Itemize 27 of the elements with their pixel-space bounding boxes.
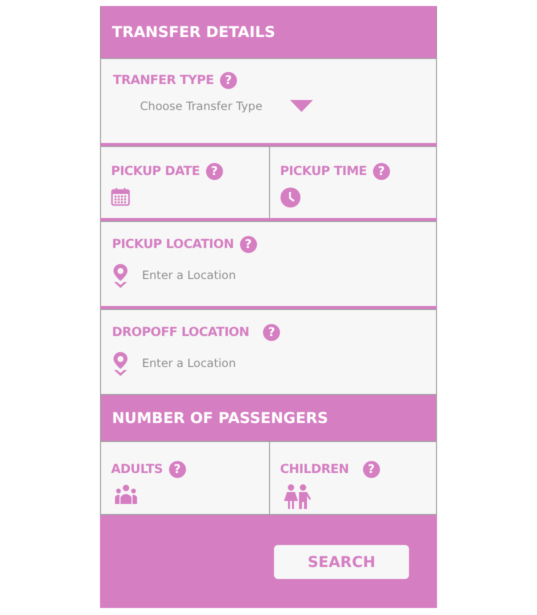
location-pin-icon [113, 264, 128, 288]
help-icon[interactable]: ? [206, 162, 223, 180]
help-icon[interactable]: ? [362, 460, 380, 478]
field-label: PICKUP TIME [280, 162, 367, 180]
field-label: ADULTS [111, 460, 163, 478]
field-label: PICKUP DATE [111, 162, 200, 180]
transfer-type-dropdown[interactable]: Choose Transfer Type [140, 98, 424, 115]
help-icon[interactable]: ? [240, 236, 257, 253]
field-label: DROPOFF LOCATION [112, 323, 250, 341]
location-input[interactable]: Enter a Location [142, 355, 342, 372]
help-icon[interactable]: ? [220, 72, 237, 89]
search-button[interactable]: SEARCH [274, 545, 409, 579]
location-pin-icon [113, 352, 128, 376]
section-header: TRANSFER DETAILS [100, 6, 437, 58]
location-input[interactable]: Enter a Location [142, 267, 342, 284]
field-label: CHILDREN [280, 460, 349, 478]
help-icon[interactable]: ? [168, 460, 186, 478]
section-header: NUMBER OF PASSENGERS [100, 394, 437, 441]
calendar-icon[interactable] [111, 186, 130, 206]
people-group-icon [114, 484, 138, 504]
help-icon[interactable]: ? [263, 324, 280, 341]
clock-icon[interactable] [280, 186, 301, 208]
dropdown-arrow-icon [290, 100, 314, 112]
field-label: TRANFER TYPE [113, 71, 214, 89]
help-icon[interactable]: ? [372, 162, 390, 180]
children-icon [283, 484, 312, 509]
field-label: PICKUP LOCATION [112, 235, 234, 253]
